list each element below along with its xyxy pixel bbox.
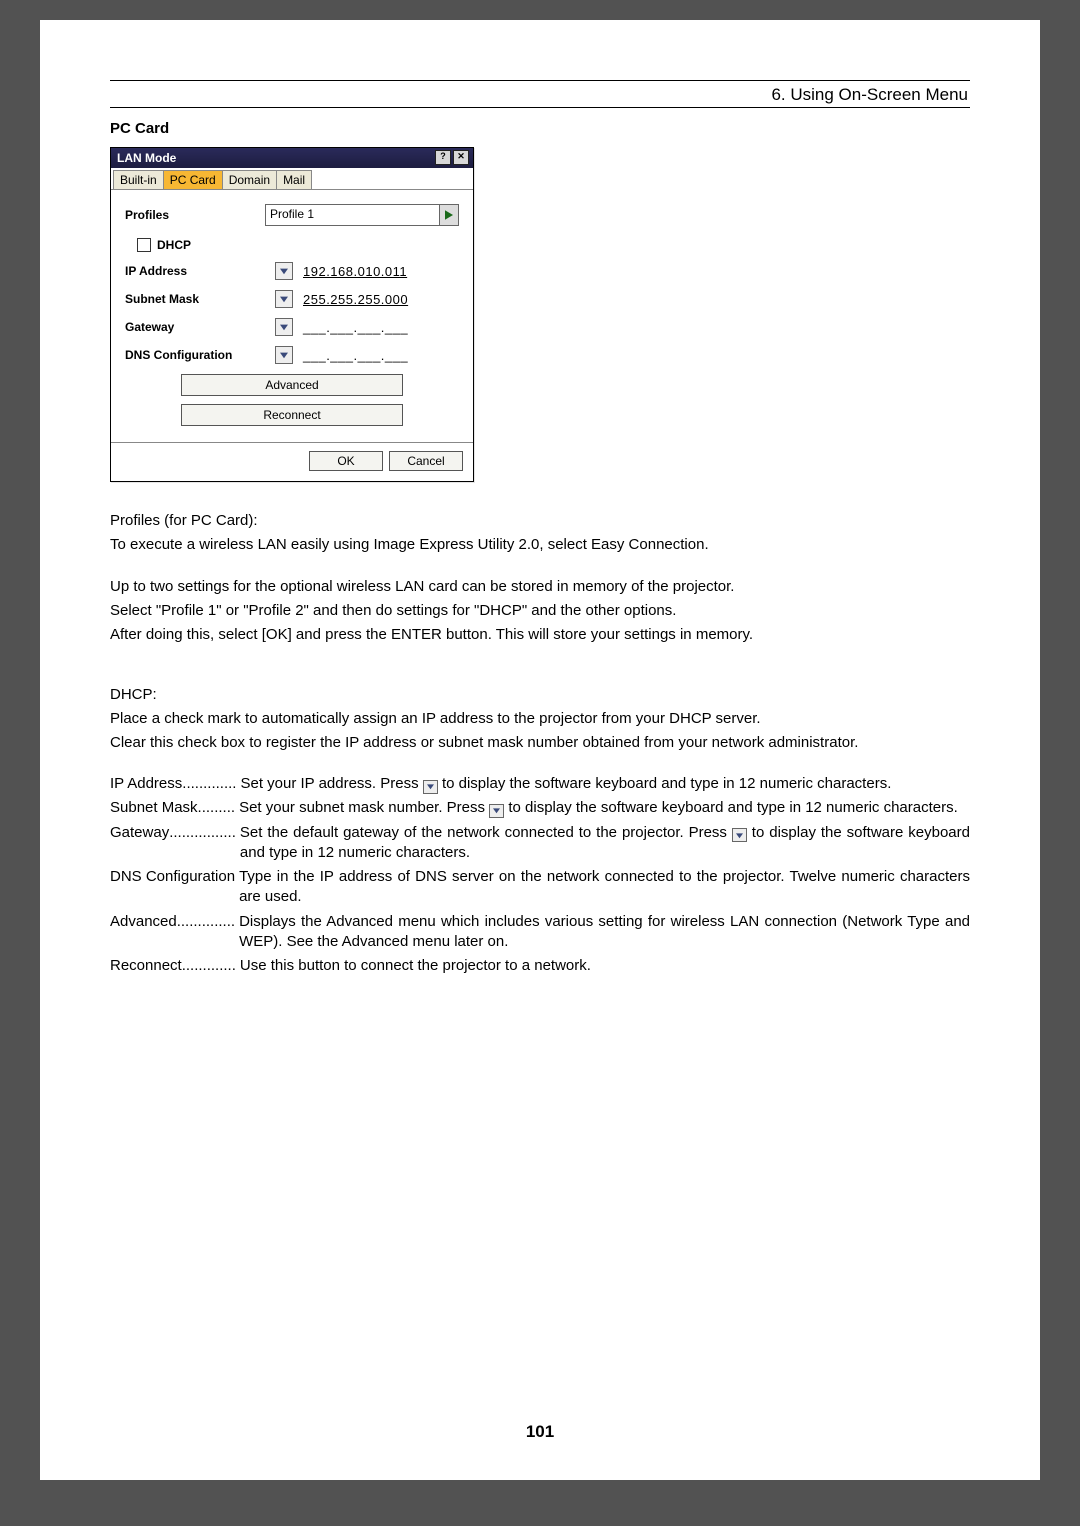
def-dots: ......... [198, 798, 236, 818]
dns-row: DNS Configuration ___.___.___.___ [125, 346, 459, 364]
tab-mail[interactable]: Mail [276, 170, 312, 189]
cancel-button[interactable]: Cancel [389, 451, 463, 471]
profiles-label: Profiles [125, 208, 265, 222]
gateway-label: Gateway [125, 320, 275, 334]
def-desc: Use this button to connect the projector… [236, 956, 970, 976]
def-term: Subnet Mask [110, 798, 198, 818]
def-dots: ............. [182, 956, 236, 976]
play-icon [439, 205, 458, 225]
ip-address-row: IP Address 192.168.010.011 [125, 262, 459, 280]
dhcp-label: DHCP [157, 238, 191, 252]
chapter-header: 6. Using On-Screen Menu [110, 81, 970, 107]
para-dhcp-heading: DHCP: [110, 684, 970, 705]
def-advanced: Advanced .............. Displays the Adv… [110, 912, 970, 953]
close-button[interactable]: ✕ [453, 150, 469, 165]
header-rule-bottom [110, 107, 970, 108]
para-two-settings: Up to two settings for the optional wire… [110, 576, 970, 597]
def-gateway: Gateway ................ Set the default… [110, 823, 970, 864]
dns-label: DNS Configuration [125, 348, 275, 362]
subnet-label: Subnet Mask [125, 292, 275, 306]
def-dots: ................ [169, 823, 236, 864]
ip-address-value[interactable]: 192.168.010.011 [303, 264, 407, 279]
gateway-row: Gateway ___.___.___.___ [125, 318, 459, 336]
tab-builtin[interactable]: Built-in [113, 170, 164, 189]
def-desc: Set your IP address. Press to display th… [236, 774, 970, 794]
ok-button[interactable]: OK [309, 451, 383, 471]
def-ip-address: IP Address ............. Set your IP add… [110, 774, 970, 794]
def-term: Reconnect [110, 956, 182, 976]
dialog-body: Profiles Profile 1 DHCP IP Address 192.1… [111, 190, 473, 442]
definitions-list: IP Address ............. Set your IP add… [110, 774, 970, 976]
keyboard-icon [423, 780, 438, 794]
para-easy-connection: To execute a wireless LAN easily using I… [110, 534, 970, 555]
advanced-button[interactable]: Advanced [181, 374, 403, 396]
def-desc: Set the default gateway of the network c… [236, 823, 970, 864]
subnet-row: Subnet Mask 255.255.255.000 [125, 290, 459, 308]
gateway-value[interactable]: ___.___.___.___ [303, 320, 408, 335]
def-reconnect: Reconnect ............. Use this button … [110, 956, 970, 976]
subnet-value[interactable]: 255.255.255.000 [303, 292, 408, 307]
dialog-titlebar: LAN Mode ? ✕ [111, 148, 473, 168]
tab-pccard[interactable]: PC Card [163, 170, 223, 189]
keyboard-icon[interactable] [275, 262, 293, 280]
def-term: DNS Configuration [110, 867, 235, 908]
def-term: Gateway [110, 823, 169, 864]
def-desc: Displays the Advanced menu which include… [235, 912, 970, 953]
keyboard-icon [732, 828, 747, 842]
def-dots: ............. [182, 774, 236, 794]
profiles-value: Profile 1 [266, 205, 439, 225]
keyboard-icon [489, 804, 504, 818]
def-desc: Type in the IP address of DNS server on … [235, 867, 970, 908]
para-select-ok: After doing this, select [OK] and press … [110, 624, 970, 645]
keyboard-icon[interactable] [275, 346, 293, 364]
document-page: 6. Using On-Screen Menu PC Card LAN Mode… [40, 20, 1040, 1480]
titlebar-buttons: ? ✕ [435, 150, 469, 165]
profiles-dropdown[interactable]: Profile 1 [265, 204, 459, 226]
section-title: PC Card [110, 120, 970, 137]
def-dns-configuration: DNS Configuration Type in the IP address… [110, 867, 970, 908]
def-dots: .............. [177, 912, 235, 953]
ip-address-label: IP Address [125, 264, 275, 278]
tab-strip: Built-in PC Card Domain Mail [111, 168, 473, 190]
para-select-profile: Select "Profile 1" or "Profile 2" and th… [110, 600, 970, 621]
tab-domain[interactable]: Domain [222, 170, 277, 189]
para-profiles-heading: Profiles (for PC Card): [110, 510, 970, 531]
dhcp-checkbox[interactable] [137, 238, 151, 252]
def-term: Advanced [110, 912, 177, 953]
para-dhcp-check: Place a check mark to automatically assi… [110, 708, 970, 729]
dialog-title: LAN Mode [117, 151, 176, 165]
dns-value[interactable]: ___.___.___.___ [303, 348, 408, 363]
def-desc: Set your subnet mask number. Press to di… [235, 798, 970, 818]
keyboard-icon[interactable] [275, 290, 293, 308]
body-text: Profiles (for PC Card): To execute a wir… [110, 510, 970, 753]
def-term: IP Address [110, 774, 182, 794]
profiles-row: Profiles Profile 1 [125, 204, 459, 226]
help-button[interactable]: ? [435, 150, 451, 165]
lan-mode-dialog: LAN Mode ? ✕ Built-in PC Card Domain Mai… [110, 147, 474, 482]
reconnect-button[interactable]: Reconnect [181, 404, 403, 426]
def-subnet-mask: Subnet Mask ......... Set your subnet ma… [110, 798, 970, 818]
dhcp-row: DHCP [125, 238, 459, 252]
page-number: 101 [40, 1422, 1040, 1442]
dialog-footer: OK Cancel [111, 442, 473, 481]
para-dhcp-clear: Clear this check box to register the IP … [110, 732, 970, 753]
keyboard-icon[interactable] [275, 318, 293, 336]
